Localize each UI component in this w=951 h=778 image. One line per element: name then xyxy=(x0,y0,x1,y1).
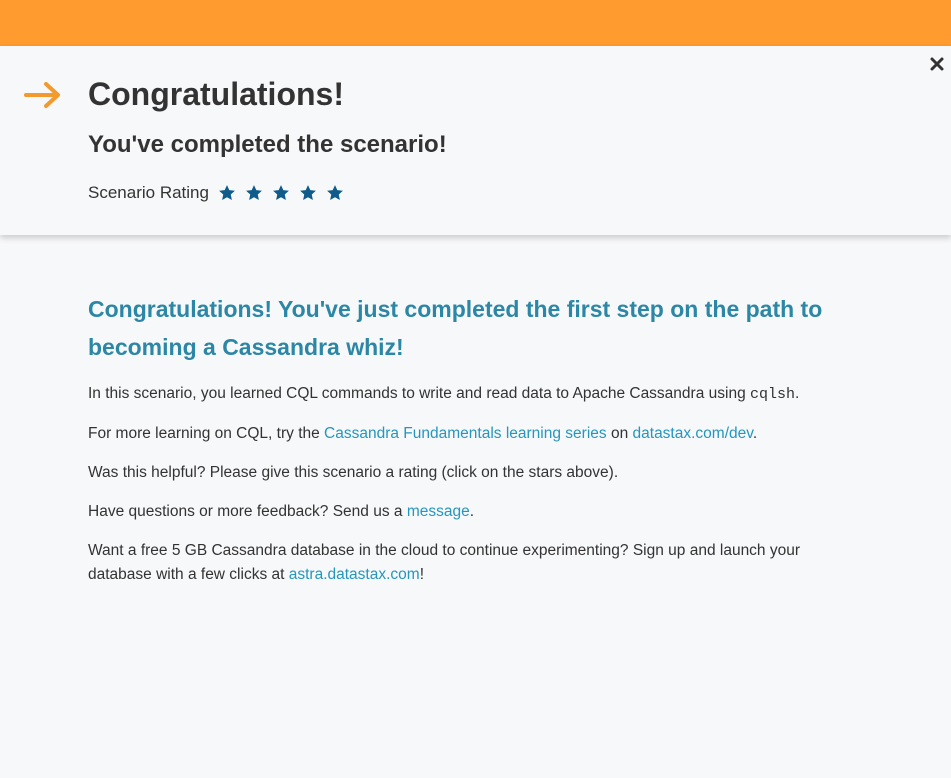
arrow-right-icon xyxy=(24,82,60,108)
page-title: Congratulations! xyxy=(88,76,344,112)
paragraph-astra: Want a free 5 GB Cassandra database in t… xyxy=(88,539,828,587)
page-subtitle: You've completed the scenario! xyxy=(88,131,447,158)
paragraph-text: Have questions or more feedback? Send us… xyxy=(88,503,407,520)
paragraph-end: ! xyxy=(419,566,425,583)
paragraph-end: . xyxy=(469,503,475,520)
link-message[interactable]: message xyxy=(407,503,470,520)
link-astra[interactable]: astra.datastax.com xyxy=(289,566,420,583)
star-icon[interactable] xyxy=(245,184,263,202)
link-cassandra-fundamentals[interactable]: Cassandra Fundamentals learning series xyxy=(324,425,607,442)
paragraph-text: In this scenario, you learned CQL comman… xyxy=(88,385,750,402)
paragraph-text: on xyxy=(606,425,633,442)
paragraph-text: For more learning on CQL, try the xyxy=(88,425,325,442)
paragraph-end: . xyxy=(752,425,758,442)
link-datastax-dev[interactable]: datastax.com/dev xyxy=(633,425,753,442)
completion-header: Congratulations! You've completed the sc… xyxy=(0,46,951,235)
paragraph-feedback: Have questions or more feedback? Send us… xyxy=(88,500,828,524)
star-icon[interactable] xyxy=(326,184,344,202)
finish-heading: Congratulations! You've just completed t… xyxy=(88,296,823,360)
paragraph-more-learning: For more learning on CQL, try the Cassan… xyxy=(88,422,828,446)
finish-content: Congratulations! You've just completed t… xyxy=(88,290,828,602)
paragraph-helpful: Was this helpful? Please give this scena… xyxy=(88,461,828,485)
scenario-rating: Scenario Rating xyxy=(88,181,353,205)
star-icon[interactable] xyxy=(299,184,317,202)
star-icon[interactable] xyxy=(272,184,290,202)
paragraph-text: Was this helpful? Please give this scena… xyxy=(88,464,619,481)
top-accent-bar xyxy=(0,0,951,46)
inline-code: cqlsh xyxy=(750,386,796,403)
paragraph-end: . xyxy=(795,385,800,402)
paragraph-text: Want a free 5 GB Cassandra database in t… xyxy=(88,542,801,583)
star-icon[interactable] xyxy=(218,184,236,202)
rating-label: Scenario Rating xyxy=(88,183,209,202)
close-icon[interactable] xyxy=(927,54,947,74)
paragraph-learned: In this scenario, you learned CQL comman… xyxy=(88,382,828,407)
